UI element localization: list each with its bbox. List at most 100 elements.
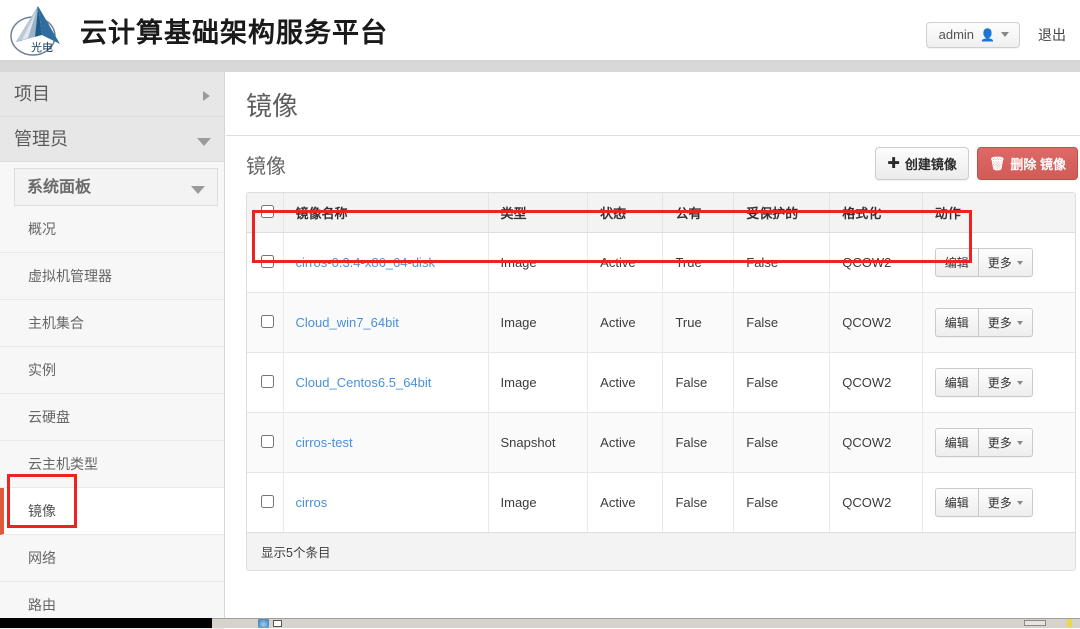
cell-format: QCOW2 [830, 293, 922, 353]
edit-button[interactable]: 编辑 [935, 488, 979, 517]
sidebar-item-hypervisors[interactable]: 虚拟机管理器 [0, 253, 224, 300]
cell-type: Image [488, 473, 588, 533]
chevron-down-icon [197, 138, 211, 146]
sidebar-panel-system[interactable]: 系统面板 [14, 168, 218, 206]
edit-button[interactable]: 编辑 [935, 428, 979, 457]
taskbar-window-button[interactable] [1024, 620, 1046, 626]
edit-button[interactable]: 编辑 [935, 248, 979, 277]
column-header-actions: 动作 [922, 193, 1075, 233]
table-row[interactable]: cirros Image Active False False QCOW2 编辑… [247, 473, 1075, 533]
user-menu-button[interactable]: admin 👤 [926, 22, 1020, 48]
image-name-link[interactable]: cirros [296, 495, 328, 510]
more-button[interactable]: 更多 [979, 308, 1033, 337]
table-row[interactable]: Cloud_Centos6.5_64bit Image Active False… [247, 353, 1075, 413]
images-table-head: 镜像名称 类型 状态 公有 受保护的 格式化 动作 [247, 193, 1075, 233]
more-button[interactable]: 更多 [979, 428, 1033, 457]
row-action-group: 编辑 更多 [935, 428, 1033, 457]
cell-public: True [663, 293, 734, 353]
column-header-protected: 受保护的 [734, 193, 830, 233]
cell-name: cirros-test [283, 413, 488, 473]
more-button[interactable]: 更多 [979, 248, 1033, 277]
cell-name: cirros-0.3.4-x86_64-disk [283, 233, 488, 293]
delete-image-label: 删除 镜像 [1010, 154, 1066, 173]
images-table-container: 镜像名称 类型 状态 公有 受保护的 格式化 动作 cirros-0.3.4-x… [246, 192, 1076, 571]
row-select-cell [247, 293, 283, 353]
panel-toolbar: 镜像 ✚ 创建镜像 🗑 删除 镜像 [226, 136, 1080, 192]
header-divider [0, 61, 1080, 72]
more-button-label: 更多 [988, 374, 1012, 391]
more-button-label: 更多 [988, 434, 1012, 451]
sidebar-item-overview[interactable]: 概况 [0, 206, 224, 253]
column-header-name: 镜像名称 [283, 193, 488, 233]
panel-title: 镜像 [246, 150, 286, 179]
taskbar-status-icon[interactable] [1067, 619, 1072, 627]
column-header-type: 类型 [488, 193, 588, 233]
taskbar-browser-icon[interactable] [258, 619, 269, 628]
row-checkbox[interactable] [261, 255, 274, 268]
table-row[interactable]: cirros-test Snapshot Active False False … [247, 413, 1075, 473]
edit-button[interactable]: 编辑 [935, 308, 979, 337]
edit-button[interactable]: 编辑 [935, 368, 979, 397]
cell-type: Image [488, 293, 588, 353]
row-checkbox[interactable] [261, 315, 274, 328]
cell-name: Cloud_Centos6.5_64bit [283, 353, 488, 413]
sidebar-item-flavors[interactable]: 云主机类型 [0, 441, 224, 488]
logout-link[interactable]: 退出 [1038, 25, 1066, 45]
image-name-link[interactable]: Cloud_Centos6.5_64bit [296, 375, 432, 390]
more-button[interactable]: 更多 [979, 488, 1033, 517]
cell-public: False [663, 413, 734, 473]
table-footer-count: 显示5个条目 [247, 532, 1075, 570]
image-name-link[interactable]: cirros-0.3.4-x86_64-disk [296, 255, 435, 270]
chevron-right-icon [203, 91, 210, 101]
cell-type: Image [488, 353, 588, 413]
cell-status: Active [588, 293, 663, 353]
user-avatar-icon: 👤 [980, 28, 995, 42]
sidebar-panel-system-label: 系统面板 [27, 179, 91, 196]
chevron-down-icon [191, 186, 205, 194]
sidebar-item-host-aggregates[interactable]: 主机集合 [0, 300, 224, 347]
image-name-link[interactable]: Cloud_win7_64bit [296, 315, 399, 330]
cell-status: Active [588, 413, 663, 473]
cell-type: Snapshot [488, 413, 588, 473]
image-name-link[interactable]: cirros-test [296, 435, 353, 450]
cell-public: False [663, 473, 734, 533]
cell-actions: 编辑 更多 [922, 353, 1075, 413]
select-all-checkbox[interactable] [261, 205, 274, 218]
os-taskbar-tray [212, 618, 1080, 628]
sidebar-group-admin[interactable]: 管理员 [0, 117, 224, 162]
row-action-group: 编辑 更多 [935, 248, 1033, 277]
chevron-down-icon [1017, 441, 1023, 445]
chevron-down-icon [1017, 321, 1023, 325]
row-action-group: 编辑 更多 [935, 368, 1033, 397]
svg-text:光电: 光电 [31, 40, 53, 54]
row-checkbox[interactable] [261, 495, 274, 508]
app-header: 光电 云计算基础架构服务平台 admin 👤 退出 [0, 0, 1080, 61]
delete-image-button[interactable]: 🗑 删除 镜像 [977, 147, 1078, 180]
row-action-group: 编辑 更多 [935, 488, 1033, 517]
sidebar-item-images[interactable]: 镜像 [0, 488, 224, 535]
table-row[interactable]: cirros-0.3.4-x86_64-disk Image Active Tr… [247, 233, 1075, 293]
row-checkbox[interactable] [261, 375, 274, 388]
cell-actions: 编辑 更多 [922, 233, 1075, 293]
sidebar-item-volumes[interactable]: 云硬盘 [0, 394, 224, 441]
sidebar: 项目 管理员 系统面板 概况 虚拟机管理器 主机集合 实例 云硬盘 云主机类型 … [0, 72, 225, 618]
images-table-body: cirros-0.3.4-x86_64-disk Image Active Tr… [247, 233, 1075, 533]
taskbar-document-icon[interactable] [273, 620, 282, 627]
more-button[interactable]: 更多 [979, 368, 1033, 397]
sidebar-item-networks[interactable]: 网络 [0, 535, 224, 582]
create-image-button[interactable]: ✚ 创建镜像 [875, 147, 969, 180]
sidebar-item-instances[interactable]: 实例 [0, 347, 224, 394]
cell-protected: False [734, 413, 830, 473]
cell-protected: False [734, 293, 830, 353]
sidebar-group-project[interactable]: 项目 [0, 72, 224, 117]
row-select-cell [247, 353, 283, 413]
row-select-cell [247, 233, 283, 293]
table-row[interactable]: Cloud_win7_64bit Image Active True False… [247, 293, 1075, 353]
more-button-label: 更多 [988, 254, 1012, 271]
row-checkbox[interactable] [261, 435, 274, 448]
images-table: 镜像名称 类型 状态 公有 受保护的 格式化 动作 cirros-0.3.4-x… [247, 193, 1075, 532]
sidebar-menu: 概况 虚拟机管理器 主机集合 实例 云硬盘 云主机类型 镜像 网络 路由 [0, 206, 224, 629]
plus-icon: ✚ [887, 156, 900, 171]
chevron-down-icon [1017, 261, 1023, 265]
column-header-status: 状态 [588, 193, 663, 233]
